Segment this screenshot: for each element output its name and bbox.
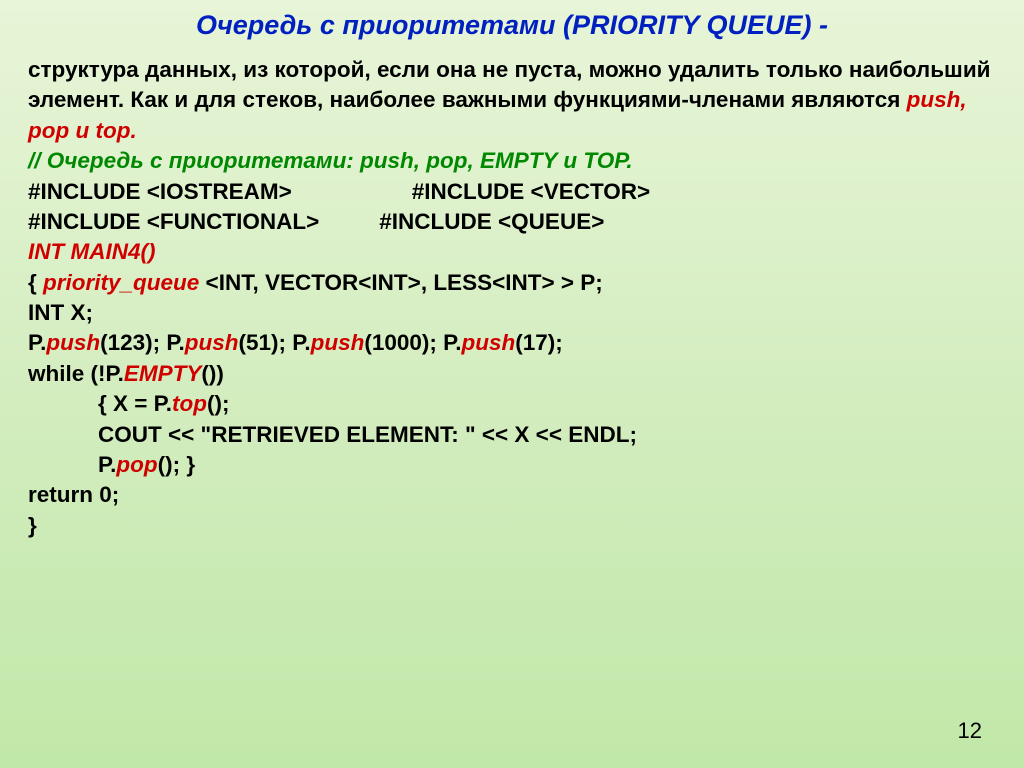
return-line: return 0; [28,480,996,510]
slide-title: Очередь с приоритетами (PRIORITY QUEUE) … [28,10,996,41]
push-m4: push [462,330,516,355]
block-open2: (); [207,391,229,416]
priority-queue-decl: { priority_queue <INT, VECTOR<INT>, LESS… [28,268,996,298]
comment-text: Очередь с приоритетами: push, pop, EMPTY… [47,148,633,173]
code-comment: // Очередь с приоритетами: push, pop, EM… [28,146,996,176]
include-line-2: #INCLUDE <FUNCTIONAL> #INCLUDE <QUEUE> [28,207,996,237]
push-a1: (123); P. [100,330,185,355]
pq-open: { [28,270,43,295]
var-declaration: INT X; [28,298,996,328]
while-close: ()) [201,361,223,386]
close-brace: } [28,511,996,541]
pop-close: (); } [158,452,196,477]
while-open: while (!P. [28,361,124,386]
include-queue: #INCLUDE <QUEUE> [379,209,604,234]
block-top-line: { X = P.top(); [28,389,996,419]
pq-template: <INT, VECTOR<INT>, LESS<INT> > P; [199,270,602,295]
pop-line: P.pop(); } [28,450,996,480]
push-a3: (1000); P. [364,330,461,355]
include-functional: #INCLUDE <FUNCTIONAL> [28,209,319,234]
pq-name: priority_queue [43,270,199,295]
include-iostream: #INCLUDE <IOSTREAM> [28,179,292,204]
push-p1: P. [28,330,46,355]
push-m2: push [185,330,239,355]
include-vector: #INCLUDE <VECTOR> [412,179,650,204]
page-number: 12 [958,718,982,744]
main-signature: INT MAIN4() [28,237,996,267]
pop-method: pop [116,452,157,477]
include-line-1: #INCLUDE <IOSTREAM> #INCLUDE <VECTOR> [28,177,996,207]
pop-p: P. [98,452,116,477]
push-m1: push [46,330,100,355]
while-line: while (!P.EMPTY()) [28,359,996,389]
push-m3: push [311,330,365,355]
cout-line: COUT << "RETRIEVED ELEMENT: " << X << EN… [28,420,996,450]
empty-method: EMPTY [124,361,202,386]
intro-paragraph: структура данных, из которой, если она н… [28,55,996,146]
push-line: P.push(123); P.push(51); P.push(1000); P… [28,328,996,358]
block-open: { X = P. [98,391,172,416]
push-a4: (17); [515,330,563,355]
top-method: top [172,391,207,416]
main-sig-text: INT MAIN4() [28,239,156,264]
intro-text: структура данных, из которой, если она н… [28,57,990,112]
push-a2: (51); P. [239,330,311,355]
cout-text: COUT << "RETRIEVED ELEMENT: " << X << EN… [98,422,637,447]
comment-slashes: // [28,148,47,173]
